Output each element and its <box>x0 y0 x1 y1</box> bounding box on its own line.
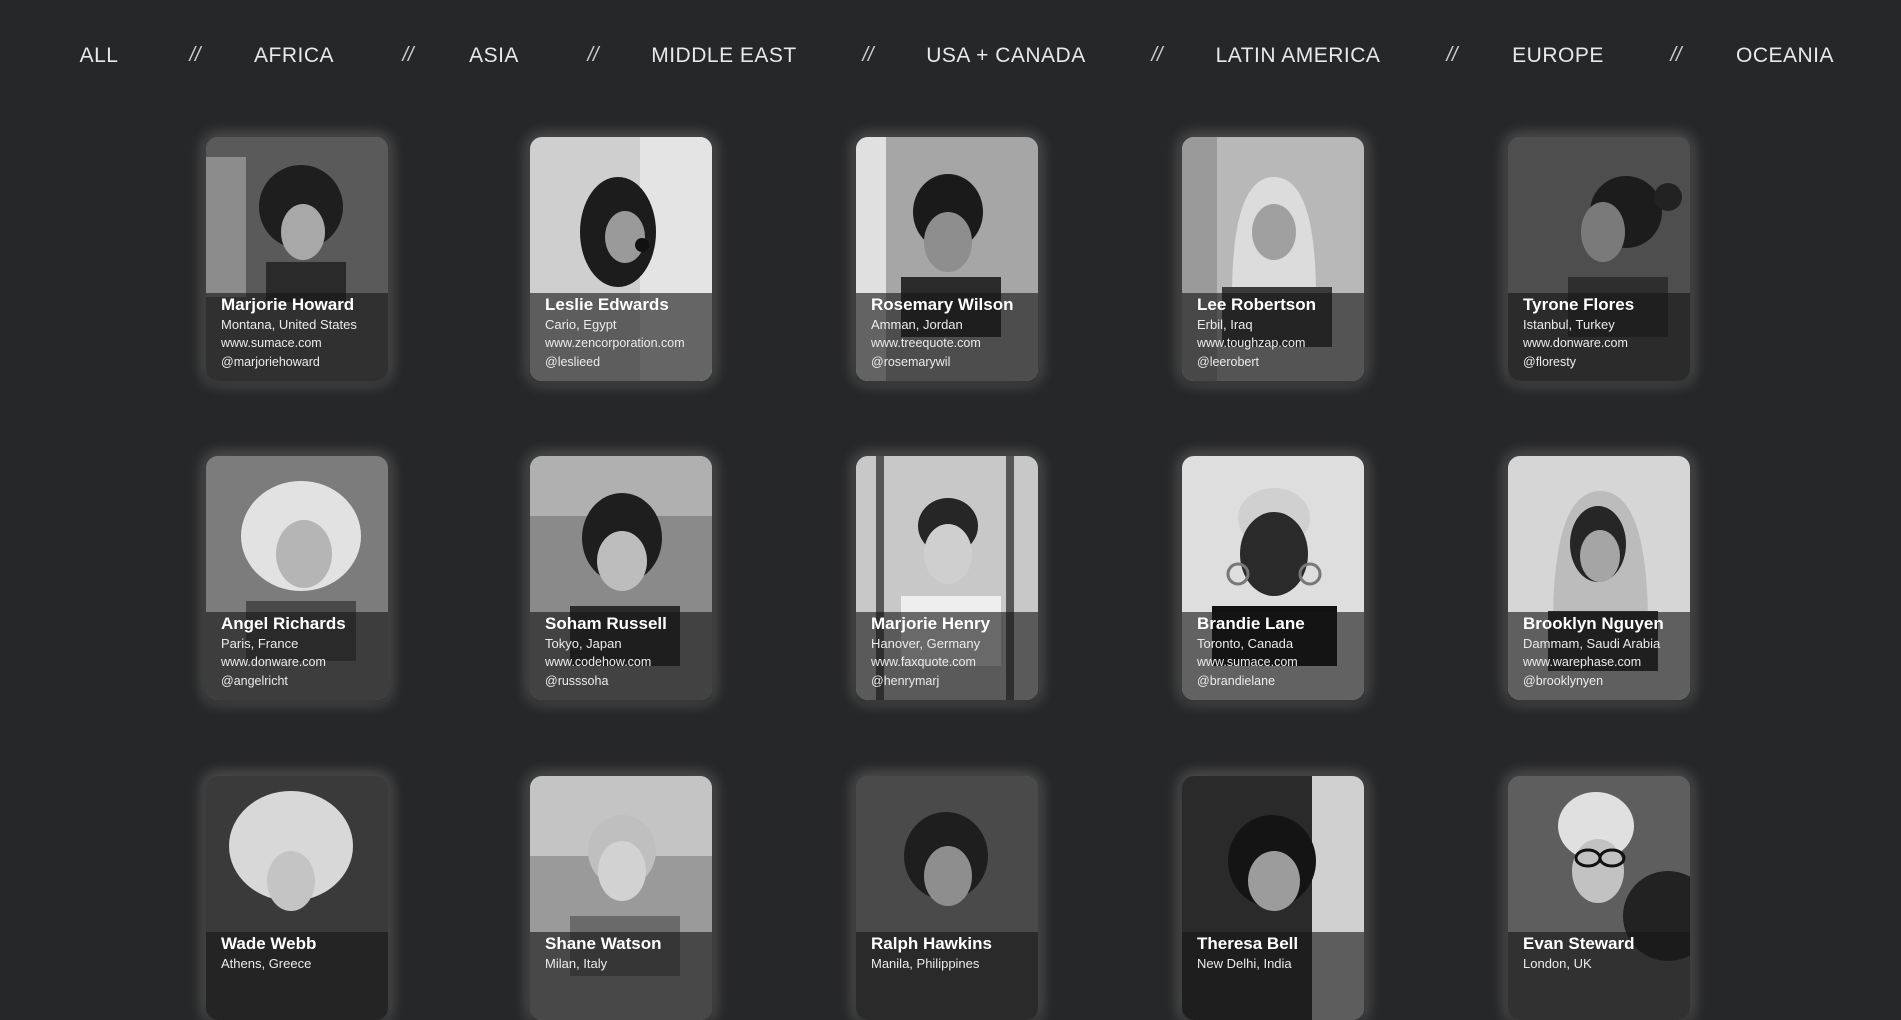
card-info: Soham Russell Tokyo, Japan www.codehow.c… <box>530 612 712 700</box>
profile-card[interactable]: Ralph Hawkins Manila, Philippines <box>856 776 1038 1020</box>
card-name: Theresa Bell <box>1197 934 1299 953</box>
card-name: Shane Watson <box>545 934 662 953</box>
card-handle[interactable]: @angelricht <box>221 672 388 691</box>
profile-card[interactable]: Theresa Bell New Delhi, India <box>1182 776 1364 1020</box>
card-location: Montana, United States <box>221 317 357 332</box>
card-location: Milan, Italy <box>545 956 608 971</box>
card-website[interactable]: www.zencorporation.com <box>545 334 712 353</box>
profile-card[interactable]: Lee Robertson Erbil, Iraq www.toughzap.c… <box>1182 137 1364 381</box>
card-website[interactable]: www.sumace.com <box>1197 653 1364 672</box>
card-handle[interactable]: @floresty <box>1523 353 1690 372</box>
card-info: Shane Watson Milan, Italy <box>530 932 712 1020</box>
card-name: Wade Webb <box>221 934 317 953</box>
card-info: Theresa Bell New Delhi, India <box>1182 932 1364 1020</box>
card-website[interactable]: www.donware.com <box>1523 334 1690 353</box>
profile-card[interactable]: Tyrone Flores Istanbul, Turkey www.donwa… <box>1508 137 1690 381</box>
card-handle[interactable]: @marjoriehoward <box>221 353 388 372</box>
card-website[interactable]: www.donware.com <box>221 653 388 672</box>
card-handle[interactable]: @rosemarywil <box>871 353 1038 372</box>
card-location: Amman, Jordan <box>871 317 963 332</box>
card-location: Toronto, Canada <box>1197 636 1294 651</box>
profile-card[interactable]: Marjorie Howard Montana, United States w… <box>206 137 388 381</box>
card-name: Leslie Edwards <box>545 295 669 314</box>
card-website[interactable]: www.treequote.com <box>871 334 1038 353</box>
profile-card[interactable]: Shane Watson Milan, Italy <box>530 776 712 1020</box>
card-info: Rosemary Wilson Amman, Jordan www.treequ… <box>856 293 1038 381</box>
card-website[interactable]: www.faxquote.com <box>871 653 1038 672</box>
card-handle[interactable]: @russsoha <box>545 672 712 691</box>
profile-card[interactable]: Brooklyn Nguyen Dammam, Saudi Arabia www… <box>1508 456 1690 700</box>
card-info: Angel Richards Paris, France www.donware… <box>206 612 388 700</box>
card-website[interactable]: www.codehow.com <box>545 653 712 672</box>
card-handle[interactable]: @leslieed <box>545 353 712 372</box>
profile-card[interactable]: Wade Webb Athens, Greece <box>206 776 388 1020</box>
profile-card[interactable]: Angel Richards Paris, France www.donware… <box>206 456 388 700</box>
card-name: Soham Russell <box>545 614 667 633</box>
card-name: Ralph Hawkins <box>871 934 992 953</box>
profile-card-grid: Marjorie Howard Montana, United States w… <box>0 0 1901 1020</box>
card-location: Dammam, Saudi Arabia <box>1523 636 1661 651</box>
card-location: New Delhi, India <box>1197 956 1292 971</box>
card-info: Marjorie Howard Montana, United States w… <box>206 293 388 381</box>
card-name: Rosemary Wilson <box>871 295 1014 314</box>
card-name: Angel Richards <box>221 614 346 633</box>
card-handle[interactable]: @brooklynyen <box>1523 672 1690 691</box>
card-name: Brooklyn Nguyen <box>1523 614 1664 633</box>
card-name: Evan Steward <box>1523 934 1635 953</box>
card-location: London, UK <box>1523 956 1592 971</box>
card-info: Leslie Edwards Cario, Egypt www.zencorpo… <box>530 293 712 381</box>
card-website[interactable]: www.sumace.com <box>221 334 388 353</box>
card-location: Manila, Philippines <box>871 956 980 971</box>
card-location: Istanbul, Turkey <box>1523 317 1615 332</box>
card-handle[interactable]: @leerobert <box>1197 353 1364 372</box>
card-name: Lee Robertson <box>1197 295 1317 314</box>
card-name: Marjorie Howard <box>221 295 355 314</box>
card-website[interactable]: www.toughzap.com <box>1197 334 1364 353</box>
card-location: Tokyo, Japan <box>545 636 622 651</box>
card-name: Marjorie Henry <box>871 614 991 633</box>
card-info: Tyrone Flores Istanbul, Turkey www.donwa… <box>1508 293 1690 381</box>
card-location: Athens, Greece <box>221 956 312 971</box>
card-handle[interactable]: @brandielane <box>1197 672 1364 691</box>
card-handle[interactable]: @henrymarj <box>871 672 1038 691</box>
profile-card[interactable]: Evan Steward London, UK <box>1508 776 1690 1020</box>
card-name: Brandie Lane <box>1197 614 1305 633</box>
card-location: Cario, Egypt <box>545 317 617 332</box>
card-location: Erbil, Iraq <box>1197 317 1253 332</box>
profile-card[interactable]: Marjorie Henry Hanover, Germany www.faxq… <box>856 456 1038 700</box>
card-info: Marjorie Henry Hanover, Germany www.faxq… <box>856 612 1038 700</box>
profile-card[interactable]: Rosemary Wilson Amman, Jordan www.treequ… <box>856 137 1038 381</box>
profile-card[interactable]: Soham Russell Tokyo, Japan www.codehow.c… <box>530 456 712 700</box>
profile-card[interactable]: Leslie Edwards Cario, Egypt www.zencorpo… <box>530 137 712 381</box>
card-info: Brandie Lane Toronto, Canada www.sumace.… <box>1182 612 1364 700</box>
card-info: Ralph Hawkins Manila, Philippines <box>856 932 1038 1020</box>
card-location: Paris, France <box>221 636 299 651</box>
card-location: Hanover, Germany <box>871 636 981 651</box>
card-info: Evan Steward London, UK <box>1508 932 1690 1020</box>
card-website[interactable]: www.warephase.com <box>1523 653 1690 672</box>
profile-card[interactable]: Brandie Lane Toronto, Canada www.sumace.… <box>1182 456 1364 700</box>
card-info: Brooklyn Nguyen Dammam, Saudi Arabia www… <box>1508 612 1690 700</box>
card-info: Lee Robertson Erbil, Iraq www.toughzap.c… <box>1182 293 1364 381</box>
card-name: Tyrone Flores <box>1523 295 1635 314</box>
card-info: Wade Webb Athens, Greece <box>206 932 388 1020</box>
